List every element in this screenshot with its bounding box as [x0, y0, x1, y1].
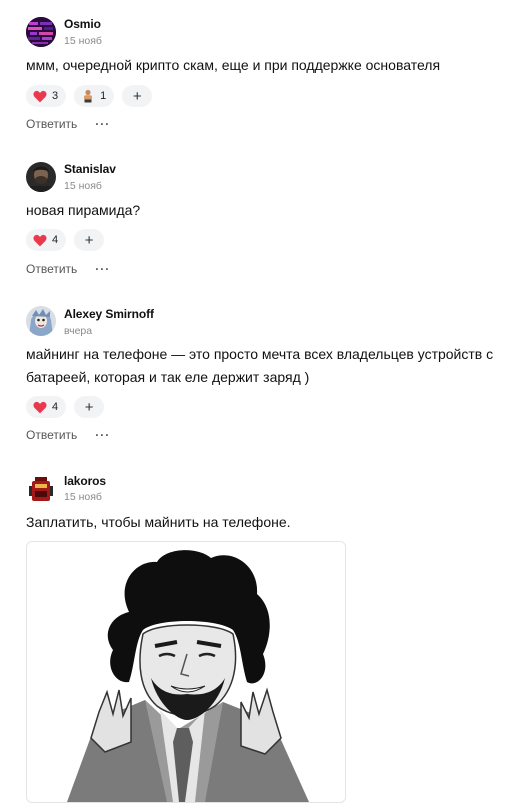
avatar[interactable] [26, 162, 56, 192]
heart-icon [33, 90, 47, 103]
add-reaction-button[interactable]: + [74, 229, 105, 251]
person-emoji-icon [81, 89, 95, 103]
reaction-count: 3 [52, 90, 59, 102]
comment-text: майнинг на телефоне — это просто мечта в… [26, 346, 494, 385]
reaction-heart[interactable]: 3 [26, 85, 67, 107]
more-options-icon[interactable]: ··· [95, 262, 110, 276]
reaction-heart[interactable]: 4 [26, 396, 67, 418]
comment-actions: Ответить ··· [26, 262, 110, 276]
avatar[interactable] [26, 306, 56, 336]
aliens-guy-meme-image [27, 542, 345, 802]
avatar[interactable] [26, 17, 56, 47]
comment-text: новая пирамида? [26, 202, 141, 218]
comment-text: Заплатить, чтобы майнить на телефоне. [26, 514, 291, 530]
comment-actions: Ответить ··· [26, 117, 110, 131]
author-name[interactable]: Alexey Smirnoff [64, 307, 154, 321]
author-name[interactable]: Osmio [64, 17, 101, 31]
more-options-icon[interactable]: ··· [95, 428, 110, 442]
comment-date: 15 нояб [64, 180, 102, 192]
avatar[interactable] [26, 474, 56, 504]
comment-date: вчера [64, 325, 93, 337]
comment-date: 15 нояб [64, 35, 102, 47]
reaction-heart[interactable]: 4 [26, 229, 67, 251]
reactions-bar: 3 1 + [26, 85, 153, 107]
reply-button[interactable]: Ответить [26, 428, 77, 442]
heart-icon [33, 234, 47, 247]
add-reaction-button[interactable]: + [74, 396, 105, 418]
reaction-count: 4 [52, 234, 59, 246]
reactions-bar: 4 + [26, 396, 105, 418]
reaction-count: 4 [52, 401, 59, 413]
more-options-icon[interactable]: ··· [95, 117, 110, 131]
comment-date: 15 нояб [64, 491, 102, 503]
reactions-bar: 4 + [26, 229, 105, 251]
reply-button[interactable]: Ответить [26, 117, 77, 131]
heart-icon [33, 401, 47, 414]
reaction-person[interactable]: 1 [74, 85, 115, 107]
reply-button[interactable]: Ответить [26, 262, 77, 276]
comment-image[interactable] [26, 541, 346, 803]
author-name[interactable]: lakoros [64, 474, 106, 488]
comment-text: ммм, очередной крипто скам, еще и при по… [26, 57, 441, 73]
author-name[interactable]: Stanislav [64, 162, 116, 176]
reaction-count: 1 [100, 90, 107, 102]
comment-actions: Ответить ··· [26, 428, 110, 442]
add-reaction-button[interactable]: + [122, 85, 153, 107]
